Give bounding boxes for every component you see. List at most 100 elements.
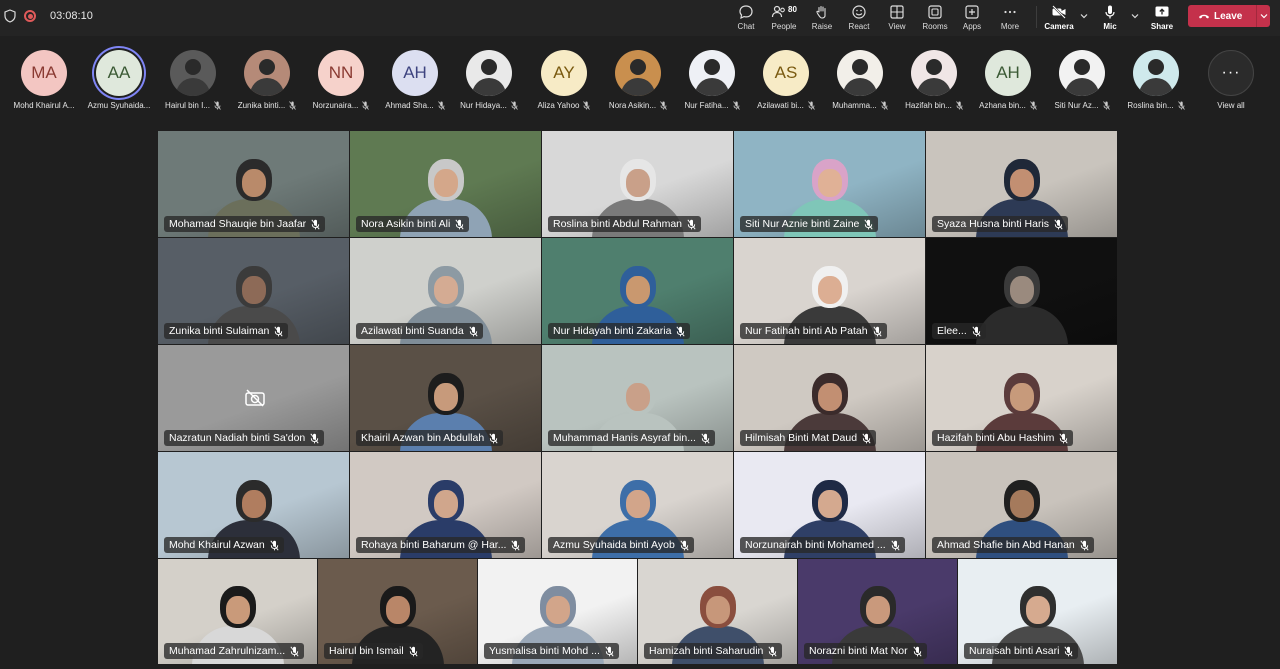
participant-avatar-item[interactable]: AS Azilawati bi...	[751, 44, 821, 110]
camera-label: Camera	[1044, 22, 1074, 31]
video-tile[interactable]: Siti Nur Aznie binti Zaine	[734, 131, 925, 237]
participant-name-tag: Nur Fatihah binti Ab Patah	[740, 323, 887, 339]
video-tile[interactable]: Ahmad Shafie bin Abd Hanan	[926, 452, 1117, 558]
video-tile[interactable]: Yusmalisa binti Mohd ...	[478, 559, 637, 664]
participant-name-row: Zunika binti...	[232, 101, 302, 110]
view-all-button[interactable]: ··· View all	[1196, 44, 1266, 110]
video-tile[interactable]: Muhammad Hanis Asyraf bin...	[542, 345, 733, 451]
video-tile[interactable]: Rohaya binti Baharum @ Har...	[350, 452, 541, 558]
mic-muted-icon	[1054, 219, 1063, 229]
video-tile[interactable]: Mohamad Shauqie bin Jaafar	[158, 131, 349, 237]
avatar-photo-body	[917, 78, 951, 96]
video-tile[interactable]: Mohd Khairul Azwan	[158, 452, 349, 558]
participant-avatar-item[interactable]: Zunika binti...	[232, 44, 302, 110]
mic-muted-icon	[311, 219, 320, 229]
avatar-photo-body	[1065, 78, 1099, 96]
participant-avatar-item[interactable]: AH Azhana bin...	[973, 44, 1043, 110]
video-tile[interactable]: Muhamad Zahrulnizam...	[158, 559, 317, 664]
figure-face	[225, 596, 250, 624]
figure-face	[1009, 276, 1034, 304]
video-tile[interactable]: Hairul bin Ismail	[318, 559, 477, 664]
avatar-photo-body	[250, 78, 284, 96]
figure-face	[625, 276, 650, 304]
participant-avatar-item[interactable]: NN Norzunaira...	[306, 44, 376, 110]
video-tile[interactable]: Elee...	[926, 238, 1117, 344]
leave-options[interactable]	[1257, 12, 1270, 20]
participant-name: Nur Hidayah binti Zakaria	[553, 325, 672, 337]
participant-avatar-item[interactable]: AH Ahmad Sha...	[380, 44, 450, 110]
participant-avatar-item[interactable]: Hairul bin I...	[158, 44, 228, 110]
mic-muted-icon	[862, 433, 871, 443]
participant-name: Rohaya binti Baharum @ Har...	[361, 539, 507, 551]
chat-button[interactable]: Chat	[727, 2, 765, 34]
participant-avatar-item[interactable]: Roslina bin...	[1121, 44, 1191, 110]
participant-name-row: Norzunaira...	[306, 101, 376, 110]
camera-options-chevron-icon[interactable]	[1080, 12, 1088, 20]
participant-avatar-item[interactable]: Siti Nur Az...	[1047, 44, 1117, 110]
figure-face	[625, 490, 650, 518]
avatar-photo-head	[704, 59, 720, 75]
mic-options-chevron-icon[interactable]	[1131, 12, 1139, 20]
rooms-button[interactable]: Rooms	[916, 2, 954, 34]
figure-face	[241, 169, 266, 197]
participant-name-row: Nur Fatiha...	[677, 101, 747, 110]
participant-name-row: Azhana bin...	[973, 101, 1043, 110]
participant-name: Muhamad Zahrulnizam...	[169, 645, 286, 657]
video-tile[interactable]: Hazifah binti Abu Hashim	[926, 345, 1117, 451]
camera-button[interactable]: Camera	[1040, 2, 1078, 34]
view-button[interactable]: View	[878, 2, 916, 34]
mic-button[interactable]: Mic	[1091, 2, 1129, 34]
video-tile[interactable]: Nora Asikin binti Ali	[350, 131, 541, 237]
more-label: More	[1000, 22, 1020, 31]
video-tile[interactable]: Nazratun Nadiah binti Sa'don	[158, 345, 349, 451]
participant-name-tag: Hairul bin Ismail	[324, 643, 423, 659]
raise-label: Raise	[811, 22, 833, 31]
participant-name: Zunika binti...	[237, 101, 286, 110]
leave-button[interactable]: Leave	[1188, 5, 1270, 27]
figure-face	[241, 276, 266, 304]
video-tile[interactable]: Norazni binti Mat Nor	[798, 559, 957, 664]
participant-name: Nur Hidaya...	[460, 101, 507, 110]
avatar-photo-head	[259, 59, 275, 75]
figure-face	[433, 169, 458, 197]
leave-main[interactable]: Leave	[1188, 11, 1256, 22]
video-tile[interactable]: Roslina binti Abdul Rahman	[542, 131, 733, 237]
video-tile[interactable]: Hilmisah Binti Mat Daud	[734, 345, 925, 451]
video-tile[interactable]: Zunika binti Sulaiman	[158, 238, 349, 344]
participant-avatar-item[interactable]: MA Mohd Khairul A...	[9, 44, 79, 110]
participant-name: Hazifah binti Abu Hashim	[937, 432, 1055, 444]
participant-avatar-item[interactable]: AY Aliza Yahoo	[529, 44, 599, 110]
mic-muted-icon	[455, 219, 464, 229]
rooms-icon	[928, 5, 942, 19]
participant-avatar-item[interactable]: AA Azmu Syuhaida...	[84, 44, 154, 110]
mic-muted-icon	[880, 101, 888, 110]
video-tile[interactable]: Hamizah binti Saharudin	[638, 559, 797, 664]
raise-hand-button[interactable]: Raise	[803, 2, 841, 34]
participant-avatar-item[interactable]: Nur Fatiha...	[677, 44, 747, 110]
share-button[interactable]: Share	[1143, 2, 1181, 34]
people-button[interactable]: 80 People	[765, 2, 803, 34]
video-tile[interactable]: Azmu Syuhaida binti Ayob	[542, 452, 733, 558]
video-tile[interactable]: Azilawati binti Suanda	[350, 238, 541, 344]
figure-face	[1009, 383, 1034, 411]
meeting-timer: 03:08:10	[50, 10, 93, 22]
video-tile[interactable]: Nuraisah binti Asari	[958, 559, 1117, 664]
react-button[interactable]: React	[840, 2, 878, 34]
participant-avatar-item[interactable]: Nur Hidaya...	[454, 44, 524, 110]
video-tile[interactable]: Khairil Azwan bin Abdullah	[350, 345, 541, 451]
participant-name-row: Azilawati bi...	[751, 101, 821, 110]
participant-avatar-item[interactable]: Hazifah bin...	[899, 44, 969, 110]
participant-name-tag: Azilawati binti Suanda	[356, 323, 483, 339]
participant-name: Azmu Syuhaida binti Ayob	[553, 539, 675, 551]
participant-video-figure	[975, 254, 1068, 344]
participant-avatar-item[interactable]: Nora Asikin...	[603, 44, 673, 110]
mic-muted-icon	[680, 540, 689, 550]
video-tile[interactable]: Nur Hidayah binti Zakaria	[542, 238, 733, 344]
more-button[interactable]: More	[991, 2, 1029, 34]
video-tile[interactable]: Nur Fatihah binti Ab Patah	[734, 238, 925, 344]
video-tile[interactable]: Syaza Husna binti Haris	[926, 131, 1117, 237]
video-tile[interactable]: Norzunairah binti Mohamed ...	[734, 452, 925, 558]
avatar	[911, 50, 957, 96]
participant-avatar-item[interactable]: Muhamma...	[825, 44, 895, 110]
apps-button[interactable]: Apps	[953, 2, 991, 34]
